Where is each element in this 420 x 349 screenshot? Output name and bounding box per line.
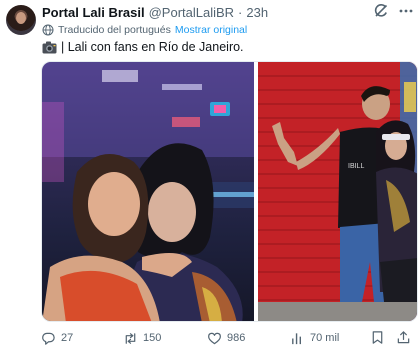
tweet: Portal Lali Brasil @PortalLaliBR · 23h T… [0,0,420,349]
tweet-text: | Lali con fans en Río de Janeiro. [42,39,244,55]
camera-icon [42,41,57,53]
retweet-count: 150 [143,332,162,344]
translation-label: Traducido del portugués [58,24,171,36]
photo-fans-club[interactable] [42,62,254,321]
photo-street-scene: IBILL [257,62,417,321]
retweet-icon [125,332,136,344]
like-icon [208,332,221,344]
like-count: 986 [227,332,246,344]
show-original-link[interactable]: Mostrar original [175,24,247,36]
view-count: 70 mil [310,332,340,344]
reply-count: 27 [61,332,74,344]
bookmark-icon[interactable] [370,330,385,345]
tweet-header: Portal Lali Brasil @PortalLaliBR · 23h [42,4,268,20]
retweet-button[interactable]: 150 [123,329,161,347]
grok-icon[interactable] [373,3,389,19]
reply-icon [42,332,55,345]
more-icon[interactable] [398,3,414,19]
tweet-media: IBILL [41,61,418,322]
author-handle[interactable]: @PortalLaliBR [149,5,234,20]
author-name[interactable]: Portal Lali Brasil [42,5,145,20]
translate-icon [42,24,54,36]
tweet-actions: 27 150 986 70 mil [41,329,415,347]
views-button[interactable]: 70 mil [290,329,339,347]
translation-notice: Traducido del portugués Mostrar original [42,23,247,37]
views-icon [292,332,302,344]
reply-button[interactable]: 27 [41,329,73,347]
photo-fans-street[interactable]: IBILL [257,62,417,321]
shirt-print: IBILL [348,163,364,170]
share-icon[interactable] [396,330,411,345]
tweet-body: | Lali con fans en Río de Janeiro. [61,40,244,54]
separator-dot: · [238,4,243,20]
photo-club-scene [42,62,254,321]
like-button[interactable]: 986 [207,329,245,347]
timestamp[interactable]: 23h [246,5,268,20]
avatar[interactable] [6,5,36,35]
